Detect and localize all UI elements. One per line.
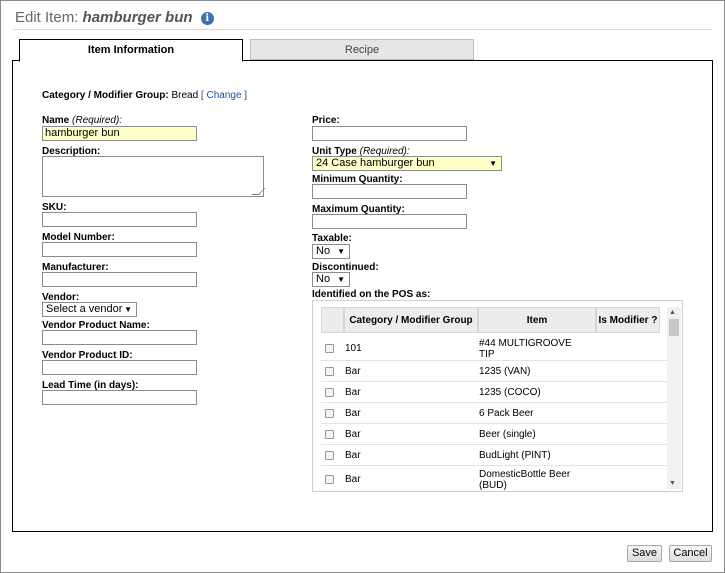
minimum-quantity-field[interactable] [312, 184, 467, 199]
category-value: Bread [171, 90, 199, 101]
vendor-product-name-field[interactable] [42, 330, 197, 345]
table-row[interactable]: Bar Beer (single) [321, 424, 667, 445]
page-title: Edit Item: hamburger bun i [15, 9, 214, 26]
dropdown-arrow-icon: ▼ [489, 159, 497, 168]
lead-time-field[interactable] [42, 390, 197, 405]
is-modifier-column-header[interactable]: Is Modifier ? [596, 307, 660, 333]
edit-item-window: Edit Item: hamburger bun i Item Informat… [0, 0, 725, 573]
manufacturer-field[interactable] [42, 272, 197, 287]
scrollbar-thumb[interactable] [669, 319, 679, 336]
row-checkbox[interactable] [325, 344, 334, 353]
cancel-button[interactable]: Cancel [669, 545, 712, 562]
vendor-select[interactable]: Select a vendor ▼ [42, 302, 137, 317]
table-row[interactable]: Bar BudLight (PINT) [321, 445, 667, 466]
row-category: Bar [345, 387, 361, 398]
title-divider [13, 29, 712, 30]
taxable-select[interactable]: No ▼ [312, 244, 350, 259]
maximum-quantity-field[interactable] [312, 214, 467, 229]
row-checkbox[interactable] [325, 475, 334, 484]
category-label: Category / Modifier Group: [42, 90, 169, 101]
dropdown-arrow-icon: ▼ [337, 247, 345, 256]
sku-field[interactable] [42, 212, 197, 227]
row-item: DomesticBottle Beer (BUD) [479, 469, 571, 491]
category-column-header[interactable]: Category / Modifier Group [344, 307, 478, 333]
pos-items-grid: Category / Modifier Group Item Is Modifi… [312, 300, 683, 492]
save-button[interactable]: Save [627, 545, 662, 562]
table-row[interactable]: Bar 6 Pack Beer [321, 403, 667, 424]
name-field[interactable]: hamburger bun [42, 126, 197, 141]
row-category: Bar [345, 474, 361, 485]
row-checkbox[interactable] [325, 430, 334, 439]
price-field[interactable] [312, 126, 467, 141]
pos-identification-label: Identified on the POS as: [312, 289, 431, 300]
select-column-header [321, 307, 344, 333]
row-checkbox[interactable] [325, 409, 334, 418]
row-item: BudLight (PINT) [479, 450, 551, 461]
row-checkbox[interactable] [325, 451, 334, 460]
resize-grip-icon[interactable] [251, 188, 266, 195]
grid-scrollbar[interactable]: ▲ ▼ [667, 307, 681, 489]
tab-item-information[interactable]: Item Information [19, 39, 243, 62]
row-item: #44 MULTIGROOVE TIP [479, 338, 572, 360]
table-row[interactable]: 101 #44 MULTIGROOVE TIP [321, 335, 667, 361]
tab-recipe[interactable]: Recipe [250, 39, 474, 60]
info-icon[interactable]: i [200, 12, 214, 25]
dropdown-arrow-icon: ▼ [124, 305, 132, 314]
row-category: Bar [345, 429, 361, 440]
category-line: Category / Modifier Group: Bread [ Chang… [42, 90, 247, 101]
vendor-product-id-field[interactable] [42, 360, 197, 375]
table-row[interactable]: Bar DomesticBottle Beer (BUD) [321, 466, 667, 491]
change-category-link[interactable]: [ Change ] [201, 90, 247, 101]
item-column-header[interactable]: Item [478, 307, 596, 333]
taxable-label: Taxable: [312, 233, 352, 244]
row-category: Bar [345, 366, 361, 377]
title-prefix: Edit Item: [15, 9, 79, 26]
row-category: Bar [345, 450, 361, 461]
name-label: Name (Required): [42, 115, 123, 126]
row-category: 101 [345, 343, 362, 354]
dropdown-arrow-icon: ▼ [337, 275, 345, 284]
scroll-up-icon[interactable]: ▲ [669, 309, 676, 316]
table-row[interactable]: Bar 1235 (COCO) [321, 382, 667, 403]
model-number-field[interactable] [42, 242, 197, 257]
unit-type-select[interactable]: 24 Case hamburger bun ▼ [312, 156, 502, 171]
row-category: Bar [345, 408, 361, 419]
row-item: 6 Pack Beer [479, 408, 534, 419]
row-item: 1235 (COCO) [479, 387, 541, 398]
row-item: 1235 (VAN) [479, 366, 531, 377]
price-label: Price: [312, 115, 340, 126]
row-item: Beer (single) [479, 429, 536, 440]
table-row[interactable]: Bar 1235 (VAN) [321, 361, 667, 382]
title-item-name: hamburger bun [82, 9, 193, 26]
row-checkbox[interactable] [325, 367, 334, 376]
discontinued-select[interactable]: No ▼ [312, 272, 350, 287]
description-field[interactable] [42, 156, 266, 197]
scroll-down-icon[interactable]: ▼ [669, 480, 676, 487]
row-checkbox[interactable] [325, 388, 334, 397]
